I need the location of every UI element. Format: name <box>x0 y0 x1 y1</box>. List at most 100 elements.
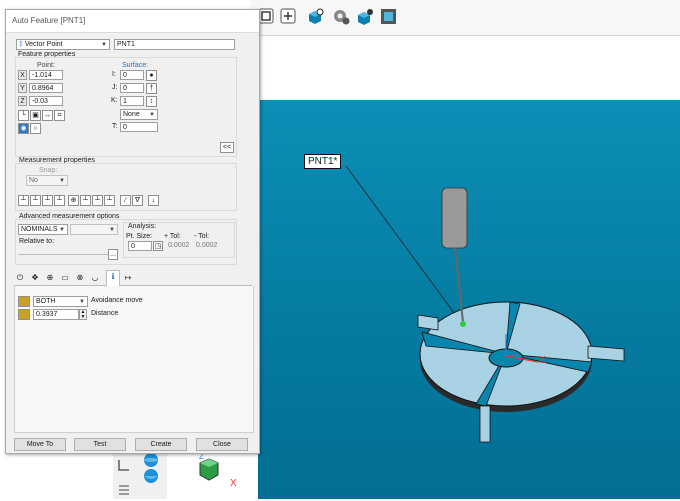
surface-i-field[interactable]: 0 <box>120 70 144 80</box>
cube-axis-x-label: X <box>230 478 237 489</box>
chevron-down-icon: ▼ <box>59 178 65 184</box>
surface-k-label: K: <box>111 97 118 104</box>
relative-to-label: Relative to: <box>19 238 55 245</box>
browse-button[interactable]: ... <box>108 249 118 260</box>
move-options-tab[interactable]: ✥ <box>29 272 41 284</box>
none-select[interactable]: None ▼ <box>120 109 158 120</box>
surface-j-field[interactable]: 0 <box>120 83 144 93</box>
probe-tip <box>460 321 466 327</box>
depth-marker-icon[interactable]: ↓ <box>148 195 159 206</box>
pt-size-field[interactable]: 0 <box>128 241 152 251</box>
point-label: Point: <box>37 62 55 69</box>
circle-icon[interactable]: ○ <box>30 123 41 134</box>
move-to-button[interactable]: Move To <box>14 438 66 451</box>
analysis-label: Analysis: <box>128 223 157 230</box>
find-vector-icon[interactable]: † <box>146 83 157 94</box>
spacer-icon[interactable]: ┴ <box>80 195 91 206</box>
chevron-down-icon: ▼ <box>59 227 65 233</box>
edge-icon[interactable]: ∕ <box>120 195 131 206</box>
top-toolbar <box>250 0 680 36</box>
surface-k-field[interactable]: 1 <box>120 96 144 106</box>
dialog-title-bar[interactable]: Auto Feature [PNT1] <box>6 10 259 33</box>
settings-cube-icon[interactable] <box>356 8 373 25</box>
feature-name-field[interactable]: PNT1 <box>114 39 235 50</box>
surface-j-label: J: <box>112 84 118 91</box>
avoidance-icon <box>18 296 30 307</box>
point-x-button[interactable]: X <box>18 70 27 80</box>
relative-to-field[interactable] <box>18 254 108 255</box>
t-label: T: <box>112 123 118 130</box>
test-button[interactable]: Test <box>74 438 126 451</box>
minus-tol-value: 0.0002 <box>196 242 218 249</box>
read-point-icon[interactable]: ▣ <box>30 110 41 121</box>
feature-point-label[interactable]: PNT1* <box>304 154 342 169</box>
point-pick-icon[interactable]: └ <box>18 110 29 121</box>
view-tools-panel <box>113 452 167 499</box>
home-icon[interactable] <box>258 8 274 24</box>
avoidance-move-select[interactable]: BOTH ▼ <box>33 296 88 307</box>
create-button[interactable]: Create <box>135 438 187 451</box>
zoom-fit-icon[interactable] <box>280 8 296 24</box>
reverse-vector-icon[interactable]: ↕ <box>146 96 157 107</box>
nominals-select[interactable]: NOMINALS ▼ <box>18 224 68 235</box>
avoidance-move-label: Avoidance move <box>91 297 143 304</box>
plus-tol-value: 0.0002 <box>168 242 190 249</box>
grid-icon[interactable]: ⌗ <box>54 110 65 121</box>
cad-viewport[interactable]: PNT1* X <box>258 100 680 499</box>
secondary-select[interactable]: ▼ <box>70 224 118 235</box>
point-z-field[interactable]: -0.03 <box>29 96 63 106</box>
hits-icon[interactable]: ┴ <box>18 195 29 206</box>
distance-spinner[interactable]: ▲ ▼ <box>79 309 87 320</box>
point-y-field[interactable]: 0.8964 <box>29 83 63 93</box>
depth-icon[interactable]: ┴ <box>42 195 53 206</box>
distance-label: Distance <box>91 310 119 317</box>
point-y-button[interactable]: Y <box>18 83 27 93</box>
list-icon[interactable] <box>117 482 131 496</box>
chevron-down-icon: ▼ <box>109 227 115 233</box>
surface-i-label: I: <box>112 71 116 78</box>
axis-x-label: X <box>539 355 546 366</box>
pt-size-label: Pt. Size: <box>126 233 153 240</box>
chevron-down-icon: ▼ <box>101 42 107 48</box>
distance-field[interactable]: 0.3937 <box>33 309 79 320</box>
surface-label: Surface: <box>122 62 149 69</box>
sample-hits-icon[interactable]: ┴ <box>30 195 41 206</box>
thickness-icon[interactable]: ┴ <box>104 195 115 206</box>
vector-point-icon: ‡ <box>19 41 23 48</box>
gear-cube-icon[interactable] <box>332 8 350 25</box>
toggle-icon[interactable]: ↔ <box>42 110 53 121</box>
analysis-view-icon[interactable]: ◳ <box>153 241 163 251</box>
snap-select[interactable]: No ▼ <box>26 175 68 186</box>
normal-flip-icon[interactable]: ● <box>146 70 157 81</box>
distance-icon <box>18 309 30 320</box>
point-x-field[interactable]: -1.014 <box>29 70 63 80</box>
measurement-tool-row: ┴ ┴ ┴ ┴ ⊕ ┴ ┴ ┴ ∕ ∇ ↓ <box>18 195 168 207</box>
sample-tab[interactable]: ⊗ <box>74 272 86 284</box>
t-field[interactable]: 0 <box>120 122 158 132</box>
filter-icon[interactable]: ∇ <box>132 195 143 206</box>
contact-tab[interactable]: ◡ <box>89 272 101 284</box>
close-button[interactable]: Close <box>196 438 248 451</box>
angle-icon[interactable] <box>117 458 131 472</box>
collapse-button[interactable]: << <box>220 142 234 153</box>
probe-cube-icon[interactable] <box>306 8 324 24</box>
probe-options-tab[interactable]: ⏻ <box>14 272 26 284</box>
plus-tol-label: + Tol: <box>164 233 181 240</box>
point-z-button[interactable]: Z <box>18 96 27 106</box>
auto-move-icon[interactable]: ⊕ <box>68 195 79 206</box>
indent-icon[interactable]: ┴ <box>92 195 103 206</box>
target-icon[interactable]: ◉ <box>18 123 29 134</box>
snap-label: Snap: <box>39 167 58 174</box>
feature-type-select[interactable]: ‡ Vector Point ▼ <box>16 39 110 50</box>
hit-target-tab[interactable]: ⊕ <box>44 272 56 284</box>
path-tab[interactable]: ↦ <box>122 272 134 284</box>
avoidance-tab[interactable]: ℹ <box>106 270 120 286</box>
sphere-view-icon[interactable] <box>143 468 159 484</box>
probe-body <box>441 187 468 249</box>
chevron-down-icon: ▼ <box>149 112 155 118</box>
height-icon[interactable]: ┴ <box>54 195 65 206</box>
view-cube-icon[interactable] <box>380 8 396 24</box>
dialog-title: Auto Feature [PNT1] <box>12 16 86 25</box>
display-tab[interactable]: ▭ <box>59 272 71 284</box>
sphere-icon[interactable] <box>143 452 159 468</box>
